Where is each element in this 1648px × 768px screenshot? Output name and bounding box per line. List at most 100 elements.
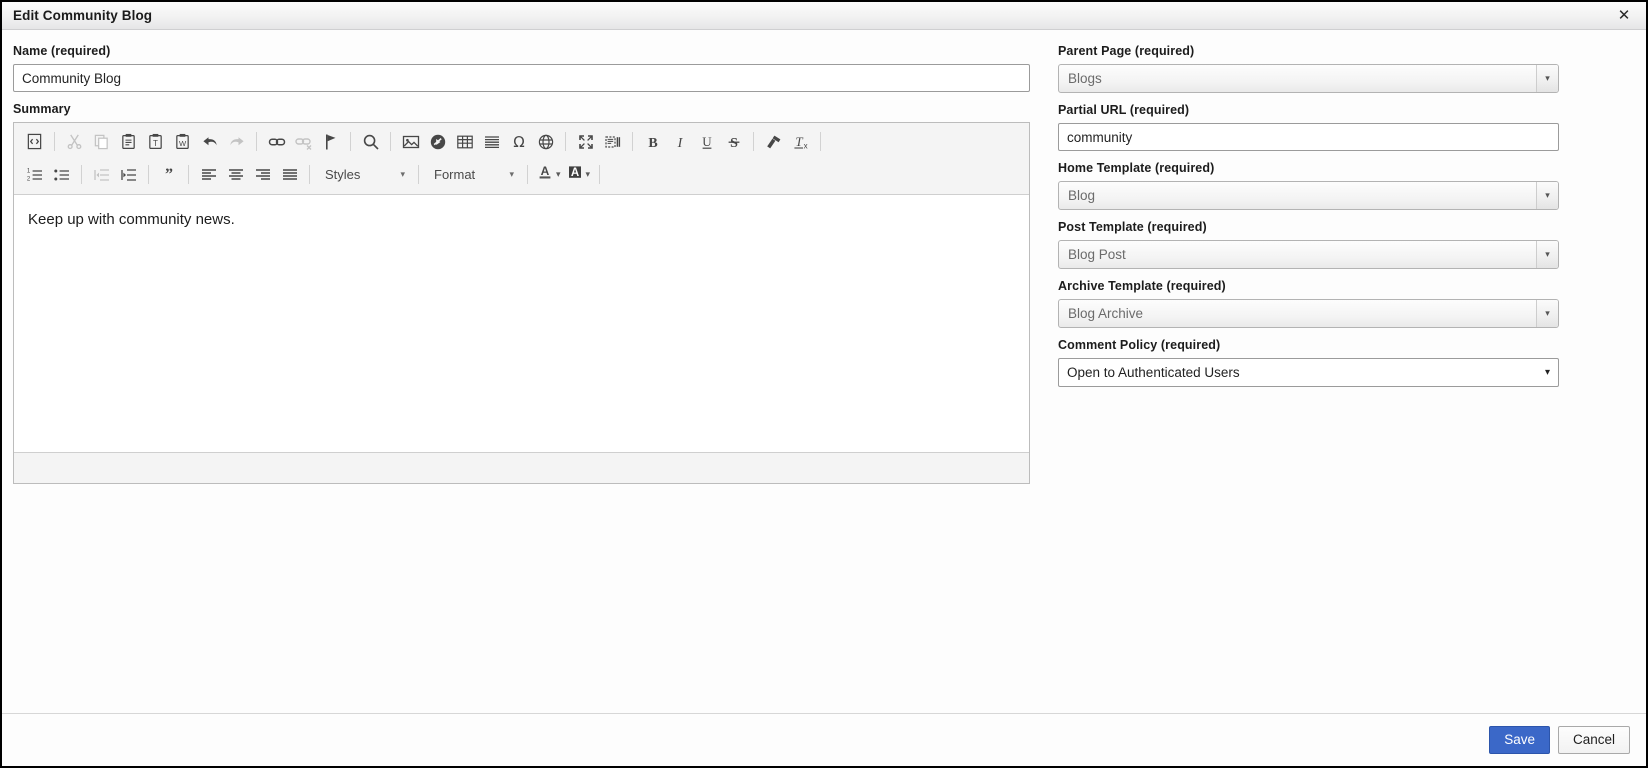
separator [820, 132, 821, 151]
table-icon[interactable] [451, 129, 478, 155]
show-blocks-icon[interactable] [599, 129, 626, 155]
copy-formatting-icon[interactable] [760, 129, 787, 155]
iframe-icon[interactable] [532, 129, 559, 155]
editor-paragraph: Keep up with community news. [28, 211, 235, 228]
partial-url-input[interactable] [1058, 123, 1559, 151]
home-template-select[interactable]: Blog ▾ [1058, 181, 1559, 210]
separator [527, 165, 528, 184]
flash-icon[interactable] [424, 129, 451, 155]
align-left-icon[interactable] [195, 162, 222, 188]
horizontal-rule-icon[interactable] [478, 129, 505, 155]
comment-policy-wrap: Open to Authenticated Users ▾ [1058, 358, 1559, 387]
link-icon[interactable] [263, 129, 290, 155]
separator [565, 132, 566, 151]
align-right-icon[interactable] [249, 162, 276, 188]
separator [148, 165, 149, 184]
separator [309, 165, 310, 184]
svg-text:A: A [570, 167, 578, 179]
home-template-label: Home Template (required) [1058, 161, 1215, 175]
format-dropdown-label: Format [434, 167, 476, 182]
right-column: Parent Page (required) Blogs ▾ Partial U… [1058, 44, 1559, 397]
close-icon: ✕ [1617, 7, 1631, 24]
comment-policy-field-block: Comment Policy (required) Open to Authen… [1058, 338, 1559, 387]
svg-text:I: I [676, 136, 683, 151]
svg-text:A: A [541, 164, 550, 178]
name-label: Name (required) [13, 44, 111, 58]
summary-label: Summary [13, 102, 71, 116]
dialog-body: Name (required) Summary [2, 30, 1646, 713]
separator [188, 165, 189, 184]
editor-content-area[interactable]: Keep up with community news. [14, 195, 1029, 452]
strikethrough-icon[interactable]: S [720, 129, 747, 155]
image-icon[interactable] [397, 129, 424, 155]
cancel-button[interactable]: Cancel [1557, 726, 1630, 754]
parent-page-field-block: Parent Page (required) Blogs ▾ [1058, 44, 1559, 93]
home-template-field-block: Home Template (required) Blog ▾ [1058, 161, 1559, 210]
paste-from-word-icon[interactable]: W [169, 129, 196, 155]
bold-icon[interactable]: B [639, 129, 666, 155]
post-template-select[interactable]: Blog Post ▾ [1058, 240, 1559, 269]
increase-indent-icon[interactable] [115, 162, 142, 188]
separator [81, 165, 82, 184]
parent-page-select[interactable]: Blogs ▾ [1058, 64, 1559, 93]
format-dropdown[interactable]: Format ▾ [425, 163, 521, 187]
name-input[interactable] [13, 64, 1030, 92]
svg-text:”: ” [165, 166, 173, 183]
svg-text:U: U [702, 133, 712, 148]
background-color-button[interactable]: A ▾ [564, 162, 594, 188]
blockquote-icon[interactable]: ” [155, 162, 182, 188]
partial-url-label: Partial URL (required) [1058, 103, 1190, 117]
anchor-icon[interactable] [317, 129, 344, 155]
redo-icon[interactable] [223, 129, 250, 155]
svg-text:T: T [153, 139, 158, 148]
separator [390, 132, 391, 151]
rich-text-editor: T W Ω B I U S T x 1 2 ” Styles ▾ Format … [13, 122, 1030, 484]
save-button[interactable]: Save [1489, 726, 1550, 754]
numbered-list-icon[interactable]: 1 2 [21, 162, 48, 188]
dialog-footer: Save Cancel [2, 713, 1646, 766]
chevron-down-icon: ▾ [509, 169, 514, 179]
bulleted-list-icon[interactable] [48, 162, 75, 188]
paste-icon[interactable] [115, 129, 142, 155]
align-center-icon[interactable] [222, 162, 249, 188]
left-column: Name (required) Summary [13, 44, 1030, 494]
archive-template-value: Blog Archive [1068, 306, 1144, 321]
post-template-value: Blog Post [1068, 247, 1126, 262]
archive-template-label: Archive Template (required) [1058, 279, 1226, 293]
dialog-title-bar: Edit Community Blog ✕ [2, 2, 1646, 30]
text-color-button[interactable]: A ▾ [534, 162, 564, 188]
post-template-field-block: Post Template (required) Blog Post ▾ [1058, 220, 1559, 269]
special-character-icon[interactable]: Ω [505, 129, 532, 155]
svg-text:W: W [179, 139, 187, 148]
svg-text:B: B [648, 136, 657, 151]
decrease-indent-icon[interactable] [88, 162, 115, 188]
archive-template-select[interactable]: Blog Archive ▾ [1058, 299, 1559, 328]
underline-icon[interactable]: U [693, 129, 720, 155]
undo-icon[interactable] [196, 129, 223, 155]
remove-format-icon[interactable]: T x [787, 129, 814, 155]
italic-icon[interactable]: I [666, 129, 693, 155]
unlink-icon[interactable] [290, 129, 317, 155]
justify-icon[interactable] [276, 162, 303, 188]
comment-policy-select[interactable]: Open to Authenticated Users [1058, 358, 1559, 387]
separator [599, 165, 601, 184]
separator [350, 132, 351, 151]
chevron-down-icon: ▾ [1536, 182, 1558, 209]
separator [256, 132, 257, 151]
chevron-down-icon: ▾ [585, 169, 591, 179]
separator [632, 132, 633, 151]
separator [753, 132, 754, 151]
styles-dropdown[interactable]: Styles ▾ [316, 163, 412, 187]
find-icon[interactable] [357, 129, 384, 155]
background-color-icon: A [566, 163, 584, 186]
editor-toolbar-row-1: T W Ω B I U S T x [17, 125, 1026, 158]
paste-as-plain-text-icon[interactable]: T [142, 129, 169, 155]
editor-toolbar-row-2: 1 2 ” Styles ▾ Format ▾ A ▾ A ▾ [17, 158, 1026, 191]
cut-icon[interactable] [61, 129, 88, 155]
editor-toolbar: T W Ω B I U S T x 1 2 ” Styles ▾ Format … [14, 123, 1029, 195]
source-icon[interactable] [21, 129, 48, 155]
summary-field-block: Summary T W Ω B I U S T x 1 2 ” Styles ▾… [13, 102, 1030, 484]
close-button[interactable]: ✕ [1602, 2, 1646, 29]
copy-icon[interactable] [88, 129, 115, 155]
maximize-icon[interactable] [572, 129, 599, 155]
